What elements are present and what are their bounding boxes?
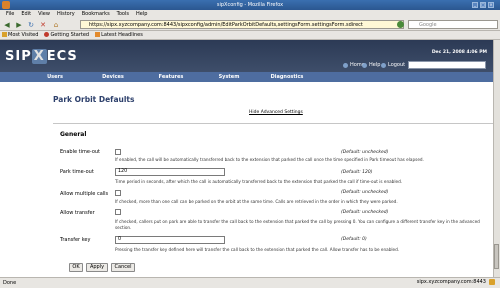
allow-transfer-checkbox[interactable]	[115, 209, 121, 215]
forward-icon[interactable]: ▶	[15, 21, 23, 29]
go-icon[interactable]	[397, 21, 404, 28]
help-link[interactable]: Help	[362, 62, 380, 68]
allow-multiple-calls-checkbox[interactable]	[115, 190, 121, 196]
section-title: General	[60, 131, 87, 138]
menu-edit[interactable]: Edit	[21, 11, 31, 17]
field-label: Transfer key	[60, 237, 91, 243]
logo-part: SIP	[5, 49, 32, 64]
ok-button[interactable]: OK	[69, 263, 83, 272]
tab-features[interactable]: Features	[142, 72, 200, 82]
bookmark-most-visited[interactable]: Most Visited	[2, 32, 38, 38]
close-icon[interactable]: ×	[488, 2, 494, 8]
vertical-scrollbar[interactable]	[493, 40, 500, 277]
minimize-icon[interactable]: _	[472, 2, 478, 8]
window-title: sipXconfig - Mozilla Firefox	[216, 2, 284, 8]
transfer-key-input[interactable]: 0	[115, 236, 225, 244]
rss-icon	[95, 32, 101, 37]
page-title: Park Orbit Defaults	[53, 95, 135, 104]
app-search-input[interactable]	[408, 61, 486, 69]
field-label: Park time-out	[60, 169, 94, 175]
menu-view[interactable]: View	[38, 11, 50, 17]
help-icon	[362, 62, 367, 68]
menu-help[interactable]: Help	[136, 11, 147, 17]
field-label: Allow multiple calls	[60, 191, 109, 197]
app-header: SIP X ECS Dec 21, 2008 4:06 PM Home Help L…	[0, 40, 493, 72]
stop-icon[interactable]: ✕	[39, 21, 47, 29]
field-help: If enabled, the call will be automatical…	[115, 157, 424, 162]
sipxecs-logo: SIP X ECS	[5, 49, 78, 64]
maximize-icon[interactable]: □	[480, 2, 486, 8]
status-host: sipx.xyzcompany.com:8443	[416, 279, 486, 285]
field-help: Time period in seconds, after which the …	[115, 179, 403, 184]
reload-icon[interactable]: ↻	[27, 21, 35, 29]
main-tabbar: Users Devices Features System Diagnostic…	[0, 72, 493, 82]
logout-label: Logout	[388, 62, 406, 68]
divider	[53, 123, 493, 124]
field-default: (Default: 0)	[341, 237, 367, 242]
navigation-toolbar: ◀ ▶ ↻ ✕ ⌂ https://sipx.xyzcompany.com:84…	[0, 18, 500, 31]
folder-icon	[2, 32, 7, 37]
menu-file[interactable]: File	[6, 11, 14, 17]
page-viewport: SIP X ECS Dec 21, 2008 4:06 PM Home Help L…	[0, 40, 493, 277]
scrollbar-thumb[interactable]	[494, 244, 499, 269]
menubar: File Edit View History Bookmarks Tools H…	[0, 10, 500, 18]
field-help: Pressing the transfer key defined here w…	[115, 247, 400, 252]
bookmark-getting-started[interactable]: Getting Started	[44, 32, 89, 38]
logo-x: X	[31, 49, 47, 64]
bookmark-label: Latest Headlines	[101, 32, 143, 38]
logout-link[interactable]: Logout	[381, 62, 405, 68]
url-bar[interactable]: https://sipx.xyzcompany.com:8443/sipxcon…	[80, 20, 404, 29]
back-icon[interactable]: ◀	[3, 21, 11, 29]
home-icon	[343, 62, 348, 68]
menu-bookmarks[interactable]: Bookmarks	[82, 11, 110, 17]
tab-devices[interactable]: Devices	[84, 72, 142, 82]
field-default: (Default: unchecked)	[341, 190, 389, 195]
logout-icon	[381, 62, 386, 68]
field-default: (Default: unchecked)	[341, 210, 389, 215]
firefox-bookmark-icon	[44, 32, 50, 37]
tab-diagnostics[interactable]: Diagnostics	[258, 72, 316, 82]
lock-icon	[489, 279, 495, 285]
menu-history[interactable]: History	[57, 11, 75, 17]
field-default: (Default: 120)	[341, 170, 373, 175]
bookmark-latest-headlines[interactable]: Latest Headlines	[95, 32, 143, 38]
bookmark-label: Getting Started	[50, 32, 90, 38]
cancel-button[interactable]: Cancel	[111, 263, 135, 272]
tab-system[interactable]: System	[200, 72, 258, 82]
url-text: https://sipx.xyzcompany.com:8443/sipxcon…	[89, 21, 363, 28]
logo-part: ECS	[46, 49, 78, 64]
firefox-icon	[2, 1, 10, 9]
datetime: Dec 21, 2008 4:06 PM	[431, 50, 487, 55]
status-text: Done	[3, 280, 17, 286]
field-label: Enable time-out	[60, 149, 101, 155]
apply-button[interactable]: Apply	[86, 263, 108, 272]
field-help: If checked, more than one call can be pa…	[115, 199, 398, 204]
park-timeout-input[interactable]: 120	[115, 168, 225, 176]
field-default: (Default: unchecked)	[341, 150, 389, 155]
menu-tools[interactable]: Tools	[117, 11, 129, 17]
hide-advanced-link[interactable]: Hide Advanced Settings	[249, 110, 303, 115]
window-titlebar: sipXconfig - Mozilla Firefox	[0, 0, 500, 10]
field-label: Allow transfer	[60, 210, 95, 216]
bookmarks-toolbar: Most Visited Getting Started Latest Head…	[0, 31, 500, 40]
tab-users[interactable]: Users	[26, 72, 84, 82]
bookmark-label: Most Visited	[8, 32, 39, 38]
home-icon[interactable]: ⌂	[52, 21, 60, 29]
help-label: Help	[369, 62, 381, 68]
enable-timeout-checkbox[interactable]	[115, 149, 121, 155]
search-placeholder: Google	[419, 22, 437, 28]
field-help: If checked, callers put on park are able…	[115, 219, 480, 230]
search-input[interactable]: Google	[408, 20, 498, 29]
